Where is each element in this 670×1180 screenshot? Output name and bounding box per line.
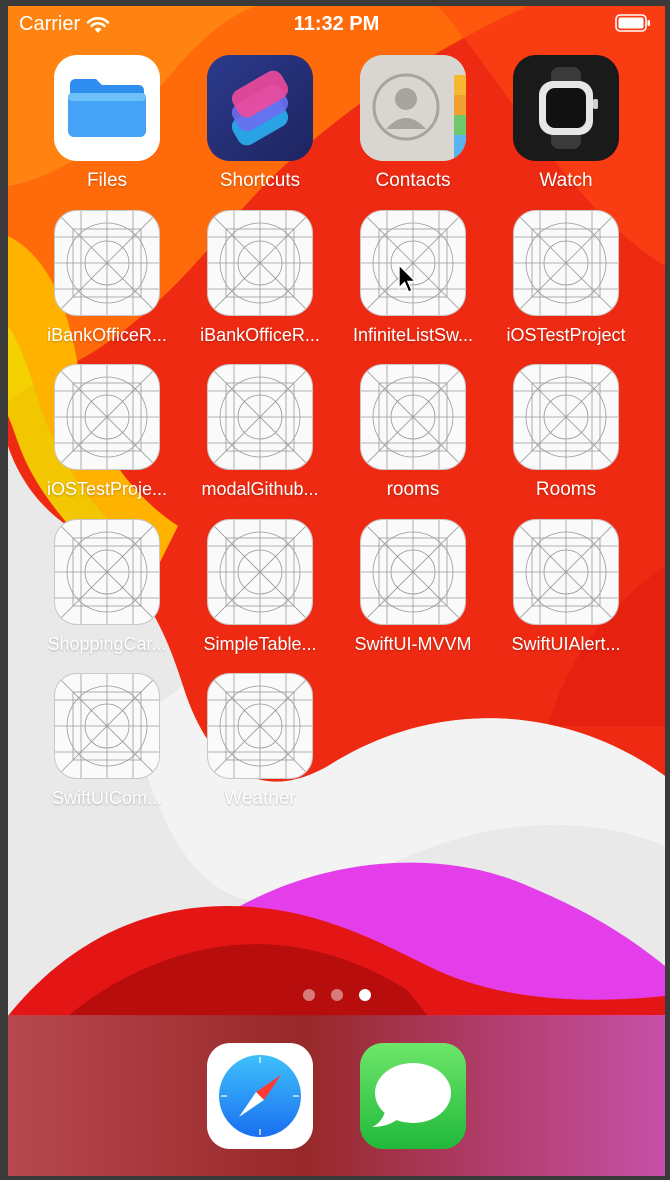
placeholder-app-icon bbox=[360, 364, 466, 470]
battery-icon bbox=[615, 14, 650, 32]
page-dot-3-active[interactable] bbox=[358, 989, 371, 1001]
status-time: 11:32 PM bbox=[293, 13, 380, 35]
page-dot-2[interactable] bbox=[330, 989, 343, 1001]
watch-icon bbox=[513, 55, 619, 161]
page-indicator[interactable] bbox=[8, 989, 665, 1001]
app-rooms-upper[interactable]: Rooms bbox=[491, 364, 641, 514]
app-label: iBankOfficeR... bbox=[200, 325, 320, 345]
status-bar: Carrier 11:32 PM bbox=[8, 6, 665, 42]
app-label: iOSTestProje... bbox=[46, 479, 168, 499]
messages-bubble-icon[interactable] bbox=[360, 1043, 466, 1149]
app-modalgithub[interactable]: modalGithub... bbox=[185, 364, 335, 514]
placeholder-app-icon bbox=[207, 673, 313, 779]
app-ibankofficer-1[interactable]: iBankOfficeR... bbox=[32, 210, 182, 360]
mouse-pointer-icon bbox=[398, 264, 418, 293]
app-contacts[interactable]: Contacts bbox=[338, 55, 488, 205]
app-label: ShoppingCar... bbox=[47, 634, 167, 654]
iphone-screen: Carrier 11:32 PM Files Shortcuts Contact… bbox=[8, 6, 665, 1176]
app-label: Files bbox=[86, 170, 128, 191]
page-dot-1[interactable] bbox=[302, 989, 315, 1001]
app-swiftuialert[interactable]: SwiftUIAlert... bbox=[491, 519, 641, 669]
shortcuts-icon bbox=[207, 55, 313, 161]
app-label: Weather bbox=[224, 788, 296, 809]
files-folder-icon bbox=[54, 55, 160, 161]
placeholder-app-icon bbox=[54, 673, 160, 779]
placeholder-app-icon bbox=[54, 210, 160, 316]
app-label: iOSTestProject bbox=[506, 325, 626, 345]
placeholder-app-icon bbox=[54, 519, 160, 625]
app-ibankofficer-2[interactable]: iBankOfficeR... bbox=[185, 210, 335, 360]
app-label: SwiftUIAlert... bbox=[511, 634, 621, 654]
placeholder-app-icon bbox=[207, 519, 313, 625]
placeholder-app-icon bbox=[207, 210, 313, 316]
app-weather[interactable]: Weather bbox=[185, 673, 335, 823]
placeholder-app-icon bbox=[360, 210, 466, 316]
app-label: SimpleTable... bbox=[203, 634, 317, 654]
placeholder-app-icon bbox=[360, 519, 466, 625]
placeholder-app-icon bbox=[54, 364, 160, 470]
app-files[interactable]: Files bbox=[32, 55, 182, 205]
app-iostestproject-2[interactable]: iOSTestProje... bbox=[32, 364, 182, 514]
app-label: Contacts bbox=[375, 170, 451, 191]
placeholder-app-icon bbox=[513, 210, 619, 316]
app-swiftui-mvvm[interactable]: SwiftUI-MVVM bbox=[338, 519, 488, 669]
app-label: modalGithub... bbox=[201, 479, 319, 499]
placeholder-app-icon bbox=[513, 519, 619, 625]
app-watch[interactable]: Watch bbox=[491, 55, 641, 205]
contacts-icon bbox=[360, 55, 466, 161]
app-iostestproject-1[interactable]: iOSTestProject bbox=[491, 210, 641, 360]
app-shortcuts[interactable]: Shortcuts bbox=[185, 55, 335, 205]
placeholder-app-icon bbox=[207, 364, 313, 470]
app-rooms-lower[interactable]: rooms bbox=[338, 364, 488, 514]
app-swiftuicom[interactable]: SwiftUICom... bbox=[32, 673, 182, 823]
safari-compass-icon[interactable] bbox=[207, 1043, 313, 1149]
app-label: iBankOfficeR... bbox=[47, 325, 167, 345]
app-label: InfiniteListSw... bbox=[352, 325, 474, 345]
app-shoppingcart[interactable]: ShoppingCar... bbox=[32, 519, 182, 669]
dock bbox=[8, 1015, 665, 1176]
app-label: SwiftUICom... bbox=[51, 788, 162, 808]
app-label: Rooms bbox=[535, 479, 597, 500]
app-simpletable[interactable]: SimpleTable... bbox=[185, 519, 335, 669]
app-label: rooms bbox=[386, 479, 440, 500]
placeholder-app-icon bbox=[513, 364, 619, 470]
app-label: Shortcuts bbox=[219, 170, 301, 191]
app-label: SwiftUI-MVVM bbox=[354, 634, 472, 654]
app-label: Watch bbox=[539, 170, 593, 191]
